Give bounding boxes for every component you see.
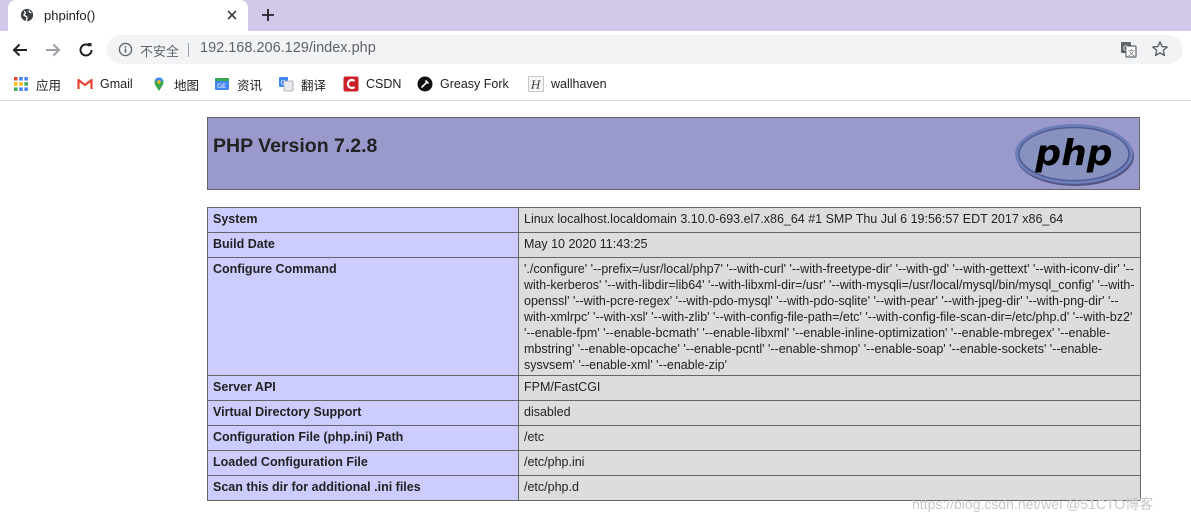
php-logo-text: php (1034, 133, 1112, 174)
bookmark-apps[interactable]: 应用 (13, 75, 61, 93)
svg-text:H: H (530, 79, 541, 92)
globe-icon (20, 8, 34, 22)
csdn-icon (343, 76, 359, 92)
bookmark-csdn[interactable]: CSDN (343, 75, 401, 93)
row-value: May 10 2020 11:43:25 (518, 232, 1141, 258)
bookmark-label: wallhaven (551, 77, 607, 91)
table-row: Loaded Configuration File /etc/php.ini (207, 450, 1141, 476)
bookmark-gmail[interactable]: Gmail (77, 75, 133, 93)
bookmark-label: 翻译 (301, 78, 327, 93)
table-row: Configuration File (php.ini) Path /etc (207, 425, 1141, 451)
bookmark-label: Greasy Fork (440, 77, 509, 91)
row-key: Configure Command (207, 257, 519, 376)
security-label[interactable]: 不安全 (140, 41, 179, 60)
close-icon[interactable] (224, 7, 240, 23)
bookmark-news[interactable]: GE 资讯 (214, 75, 262, 93)
forward-arrow-icon[interactable] (43, 40, 63, 60)
bookmark-wallhaven[interactable]: H wallhaven (528, 75, 607, 93)
php-logo[interactable]: php (1014, 123, 1136, 187)
bookmark-label: 地图 (174, 78, 200, 93)
tab-title: phpinfo() (44, 8, 96, 23)
row-key: Loaded Configuration File (207, 450, 519, 476)
row-key: Virtual Directory Support (207, 400, 519, 426)
row-key: Server API (207, 375, 519, 401)
wallhaven-icon: H (528, 76, 544, 92)
svg-text:GE: GE (217, 82, 226, 90)
reload-icon[interactable] (76, 40, 96, 60)
bookmark-maps[interactable]: 地图 (151, 75, 199, 93)
bookmark-translate[interactable]: G 翻译 (278, 75, 326, 93)
svg-text:G: G (281, 79, 286, 87)
gmail-icon (77, 78, 93, 89)
row-value: Linux localhost.localdomain 3.10.0-693.e… (518, 207, 1141, 233)
table-row: Configure Command './configure' '--prefi… (207, 257, 1141, 376)
translate-icon: G (279, 77, 294, 92)
active-tab[interactable]: phpinfo() (8, 0, 248, 31)
row-value: /etc (518, 425, 1141, 451)
row-key: System (207, 207, 519, 233)
bookmark-label: CSDN (366, 77, 402, 91)
row-value: disabled (518, 400, 1141, 426)
greasyfork-icon (417, 76, 433, 92)
tab-strip: phpinfo() (0, 0, 1191, 31)
apps-grid-icon (14, 77, 28, 91)
bookmark-label: 资讯 (237, 78, 263, 93)
page-title: PHP Version 7.2.8 (213, 135, 378, 157)
back-arrow-icon[interactable] (10, 40, 30, 60)
row-value: /etc/php.ini (518, 450, 1141, 476)
new-tab-plus-icon[interactable] (260, 7, 276, 23)
omnibox-divider (188, 43, 189, 57)
browser-toolbar: 不安全 192.168.206.129/index.php G 文 (0, 31, 1191, 68)
news-icon: GE (215, 78, 229, 90)
svg-text:文: 文 (1128, 48, 1135, 57)
watermark: https://blog.csdn.net/wei @51CTO博客 (912, 496, 1154, 512)
maps-icon (154, 77, 164, 91)
row-value: './configure' '--prefix=/usr/local/php7'… (518, 257, 1141, 376)
bookmark-star-icon[interactable] (1151, 40, 1169, 58)
table-row: Build Date May 10 2020 11:43:25 (207, 232, 1141, 258)
table-row: System Linux localhost.localdomain 3.10.… (207, 207, 1141, 233)
translate-icon[interactable]: G 文 (1120, 41, 1137, 58)
row-key: Build Date (207, 232, 519, 258)
php-version-header: PHP Version 7.2.8 php (207, 117, 1140, 190)
php-info-table: System Linux localhost.localdomain 3.10.… (207, 207, 1141, 501)
row-key: Configuration File (php.ini) Path (207, 425, 519, 451)
info-icon[interactable] (118, 42, 133, 57)
bookmark-label: Gmail (100, 77, 133, 91)
row-value: FPM/FastCGI (518, 375, 1141, 401)
bookmarks-bar: 应用 Gmail 地图 GE 资讯 G 翻译 CSDN Greasy Fork … (0, 68, 1191, 101)
bookmark-label: 应用 (36, 78, 62, 93)
table-row: Virtual Directory Support disabled (207, 400, 1141, 426)
url-text[interactable]: 192.168.206.129/index.php (200, 40, 376, 56)
bookmark-greasyfork[interactable]: Greasy Fork (417, 75, 509, 93)
row-key: Scan this dir for additional .ini files (207, 475, 519, 501)
address-bar[interactable]: 不安全 192.168.206.129/index.php G 文 (107, 35, 1183, 64)
table-row: Server API FPM/FastCGI (207, 375, 1141, 401)
